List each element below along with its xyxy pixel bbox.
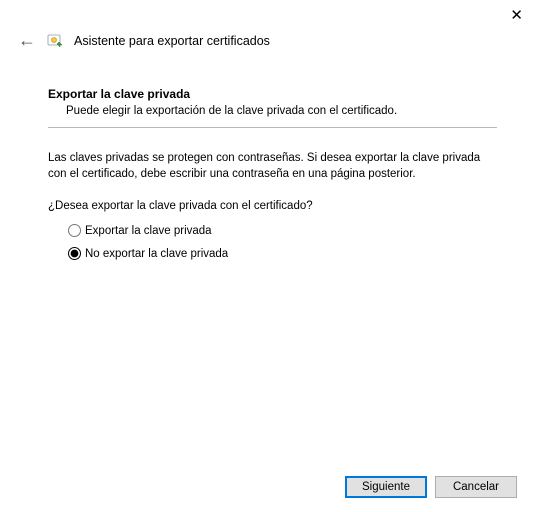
question-text: ¿Desea exportar la clave privada con el …	[48, 200, 497, 212]
wizard-footer: Siguiente Cancelar	[345, 476, 517, 498]
wizard-header: ← Asistente para exportar certificados	[0, 0, 537, 61]
radio-group: Exportar la clave privada No exportar la…	[48, 224, 497, 260]
wizard-title: Asistente para exportar certificados	[74, 34, 270, 48]
section-heading: Exportar la clave privada	[48, 87, 497, 101]
section-description: Puede elegir la exportación de la clave …	[48, 105, 497, 117]
wizard-content: Exportar la clave privada Puede elegir l…	[0, 61, 537, 260]
close-icon[interactable]: ✕	[510, 8, 523, 23]
cancel-button[interactable]: Cancelar	[435, 476, 517, 498]
radio-export-label: Exportar la clave privada	[85, 225, 212, 237]
certificate-wizard-icon	[46, 32, 64, 50]
back-arrow-icon[interactable]: ←	[18, 30, 36, 51]
radio-no-export-key[interactable]: No exportar la clave privada	[68, 247, 497, 260]
radio-no-export-input[interactable]	[68, 247, 81, 260]
info-text: Las claves privadas se protegen con cont…	[48, 150, 497, 182]
radio-no-export-label: No exportar la clave privada	[85, 248, 228, 260]
next-button[interactable]: Siguiente	[345, 476, 427, 498]
radio-export-input[interactable]	[68, 224, 81, 237]
divider	[48, 127, 497, 128]
radio-export-key[interactable]: Exportar la clave privada	[68, 224, 497, 237]
